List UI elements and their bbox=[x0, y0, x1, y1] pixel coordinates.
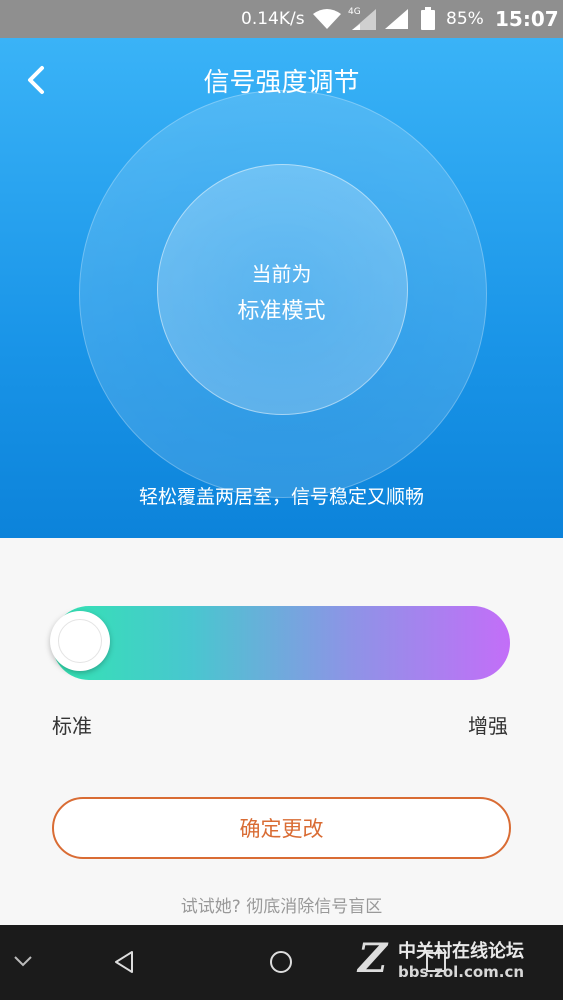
slider-knob[interactable] bbox=[50, 611, 110, 671]
confirm-change-button[interactable]: 确定更改 bbox=[52, 797, 511, 859]
slider-label-standard: 标准 bbox=[52, 714, 92, 738]
signal-icon bbox=[384, 8, 410, 34]
current-mode: 标准模式 bbox=[237, 299, 326, 324]
promo-hint-link[interactable]: 试试她? 彻底消除信号盲区 bbox=[0, 892, 563, 917]
signal-4g-icon: 4G bbox=[348, 5, 378, 35]
battery-percent: 85% bbox=[446, 9, 484, 29]
slider-label-enhanced: 增强 bbox=[468, 714, 508, 738]
hide-nav-icon[interactable] bbox=[12, 953, 34, 972]
signal-hero: 信号强度调节 当前为 标准模式 轻松覆盖两居室，信号稳定又顺畅 bbox=[0, 38, 563, 538]
net-speed: 0.14K/s bbox=[241, 9, 305, 29]
clock: 15:07 bbox=[495, 7, 559, 31]
status-bar: 0.14K/s 4G 85% 15:07 bbox=[0, 0, 563, 38]
system-nav-bar: Z 中关村在线论坛 bbs.zol.com.cn bbox=[0, 925, 563, 1000]
mode-prefix: 当前为 bbox=[251, 262, 312, 286]
mode-description: 轻松覆盖两居室，信号稳定又顺畅 bbox=[138, 486, 424, 508]
battery-icon bbox=[420, 7, 436, 35]
watermark-url: bbs.zol.com.cn bbox=[398, 963, 525, 981]
nav-home-icon[interactable] bbox=[268, 949, 294, 979]
svg-text:4G: 4G bbox=[348, 7, 361, 17]
nav-back-icon[interactable] bbox=[112, 949, 136, 979]
signal-strength-slider[interactable] bbox=[52, 606, 510, 680]
watermark-title: 中关村在线论坛 bbox=[398, 941, 524, 962]
wifi-icon bbox=[312, 7, 342, 35]
watermark-logo: Z bbox=[358, 935, 388, 982]
inner-ring bbox=[157, 164, 408, 415]
